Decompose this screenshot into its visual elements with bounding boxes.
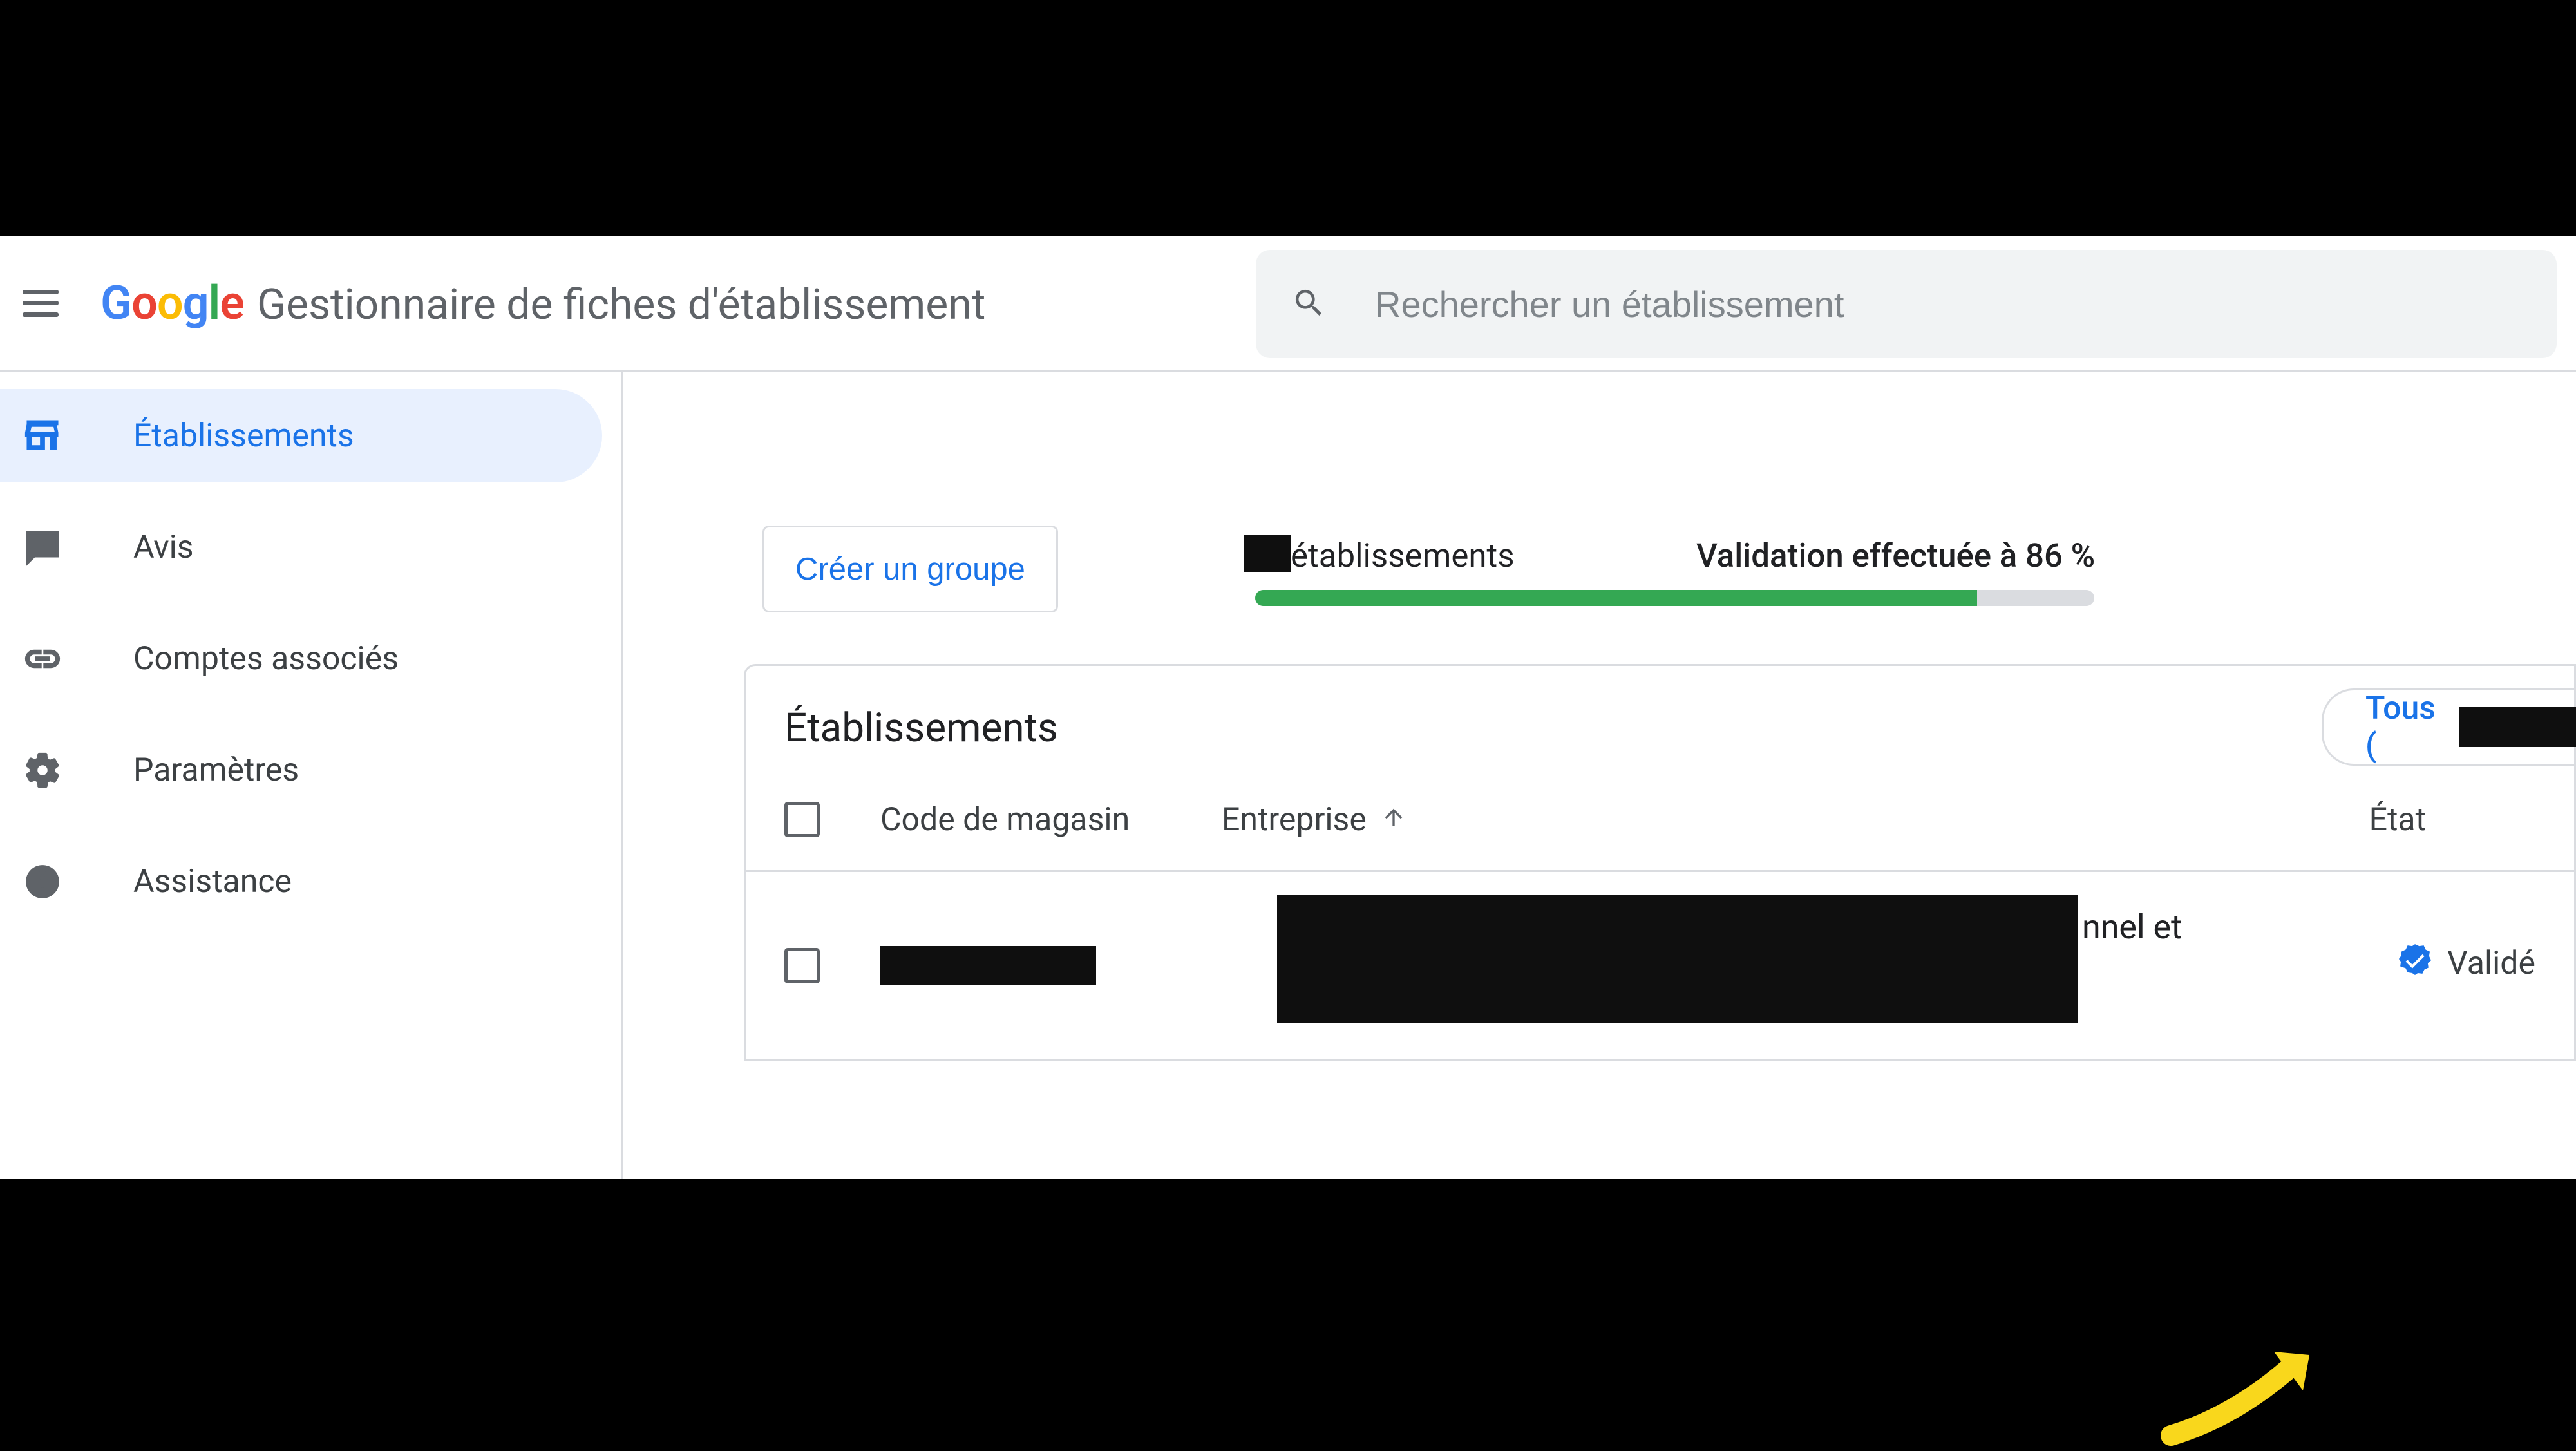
sidebar-item-help[interactable]: Assistance <box>0 835 602 928</box>
sidebar: Établissements Avis Comptes associés <box>0 372 623 1179</box>
business-name-fragment: nnel et <box>2082 907 2182 947</box>
help-icon <box>23 862 62 902</box>
create-group-button[interactable]: Créer un groupe <box>762 526 1058 612</box>
row-checkbox[interactable] <box>784 948 820 983</box>
sidebar-item-label: Comptes associés <box>133 640 399 678</box>
redacted-business-name <box>1277 895 2078 1023</box>
search-input[interactable] <box>1375 283 2470 325</box>
panel-title: Établissements <box>784 705 1058 752</box>
menu-button[interactable] <box>23 290 59 317</box>
search-bar[interactable] <box>1256 250 2557 358</box>
sidebar-item-establishments[interactable]: Établissements <box>0 389 602 482</box>
sidebar-item-label: Établissements <box>133 417 354 455</box>
table-header: Code de magasin Entreprise État <box>746 769 2574 872</box>
link-icon <box>23 639 62 679</box>
sidebar-item-settings[interactable]: Paramètres <box>0 723 602 817</box>
sidebar-item-reviews[interactable]: Avis <box>0 500 602 594</box>
establishments-panel: Établissements Tous ( Code de magasin En… <box>744 664 2576 1061</box>
brand: Google Gestionnaire de fiches d'établiss… <box>100 276 985 330</box>
gear-icon <box>23 750 62 790</box>
sidebar-item-label: Paramètres <box>133 752 299 789</box>
column-business[interactable]: Entreprise <box>1222 801 2188 839</box>
sidebar-item-linked-accounts[interactable]: Comptes associés <box>0 612 602 705</box>
sort-asc-icon <box>1381 801 1406 839</box>
redacted-filter-count <box>2459 707 2576 747</box>
sidebar-item-label: Avis <box>133 529 194 566</box>
sidebar-item-label: Assistance <box>133 863 292 900</box>
main-content: Créer un groupe établissements Validatio… <box>623 372 2576 1179</box>
validation-progress <box>1255 590 2094 606</box>
filter-label: Tous ( <box>2365 690 2454 764</box>
storefront-icon <box>23 416 62 456</box>
status-cell: Validé <box>2399 943 2535 983</box>
table-row[interactable]: nnel et Validé <box>746 872 2574 1059</box>
verified-icon <box>2399 943 2431 983</box>
redacted-store-code <box>880 946 1096 985</box>
app-title: Gestionnaire de fiches d'établissement <box>257 280 985 330</box>
annotation-arrow <box>2158 1345 2325 1448</box>
status-label: Validé <box>2447 945 2535 982</box>
search-icon <box>1291 285 1327 323</box>
redacted-count <box>1244 535 1291 572</box>
establishments-count-label: établissements <box>1291 537 1515 575</box>
reviews-icon <box>23 527 62 567</box>
select-all-checkbox[interactable] <box>784 802 820 837</box>
column-store-code[interactable]: Code de magasin <box>880 801 1222 839</box>
validation-label: Validation effectuée à 86 % <box>1696 537 2095 575</box>
column-state: État <box>2369 801 2426 839</box>
filter-all-button[interactable]: Tous ( <box>2322 688 2576 766</box>
column-business-label: Entreprise <box>1222 801 1367 839</box>
validation-progress-fill <box>1255 590 1977 606</box>
google-logo: Google <box>100 276 244 330</box>
